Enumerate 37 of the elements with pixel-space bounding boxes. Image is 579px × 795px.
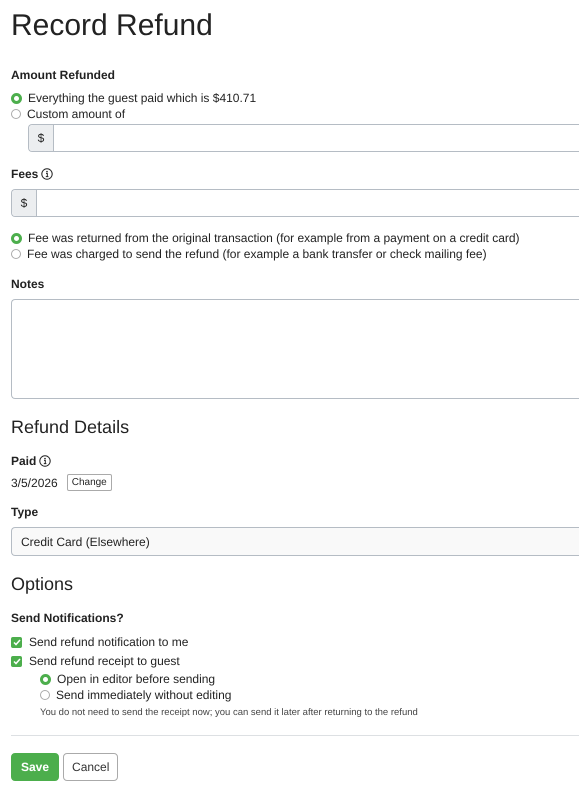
- radio-button[interactable]: [40, 690, 50, 700]
- info-icon: [39, 455, 52, 467]
- type-select[interactable]: Credit Card (Elsewhere): [11, 527, 579, 556]
- currency-addon: $: [12, 190, 37, 216]
- paid-date: 3/5/2026: [11, 476, 58, 490]
- radio-button[interactable]: [11, 249, 21, 259]
- page-title: Record Refund: [11, 8, 214, 44]
- amount-field[interactable]: $: [28, 124, 579, 152]
- radio-label: Fee was charged to send the refund (for example a bank transfer or check mailing fee): [27, 246, 487, 262]
- radio-label: Fee was returned from the original transaction (for example from a payment on a credit card): [28, 230, 520, 246]
- radio-button[interactable]: [11, 92, 22, 104]
- change-button[interactable]: Change: [66, 474, 112, 491]
- checkbox[interactable]: [11, 637, 22, 648]
- checkbox-label: Send refund notification to me: [29, 634, 188, 651]
- field-label: Amount Refunded: [11, 68, 115, 82]
- section-heading: Options: [11, 573, 74, 595]
- radio-label: Everything the guest paid which is $410.71: [28, 90, 256, 106]
- radio-button[interactable]: [11, 232, 22, 244]
- section-heading: Refund Details: [11, 416, 130, 438]
- cancel-button[interactable]: Cancel: [63, 753, 118, 781]
- radio-label: Send immediately without editing: [56, 687, 232, 703]
- radio-label: Open in editor before sending: [57, 671, 216, 687]
- info-icon: [41, 168, 54, 180]
- radio-button[interactable]: [40, 674, 51, 684]
- radio-label: Custom amount of: [27, 106, 126, 122]
- field-label: Type: [11, 505, 38, 519]
- radio-button[interactable]: [11, 109, 21, 119]
- checkbox-label: Send refund receipt to guest: [29, 653, 180, 670]
- checkbox[interactable]: [11, 656, 22, 667]
- field-label: Paid: [11, 454, 36, 468]
- hint-text: You do not need to send the receipt now; you can send it later after returning to the refund: [40, 707, 419, 718]
- amount-field[interactable]: $: [11, 189, 579, 217]
- notes-field[interactable]: [11, 299, 579, 399]
- field-label: Notes: [11, 277, 44, 291]
- field-label: Send Notifications?: [11, 611, 124, 625]
- field-label: Fees: [11, 167, 38, 181]
- currency-addon: $: [29, 125, 54, 151]
